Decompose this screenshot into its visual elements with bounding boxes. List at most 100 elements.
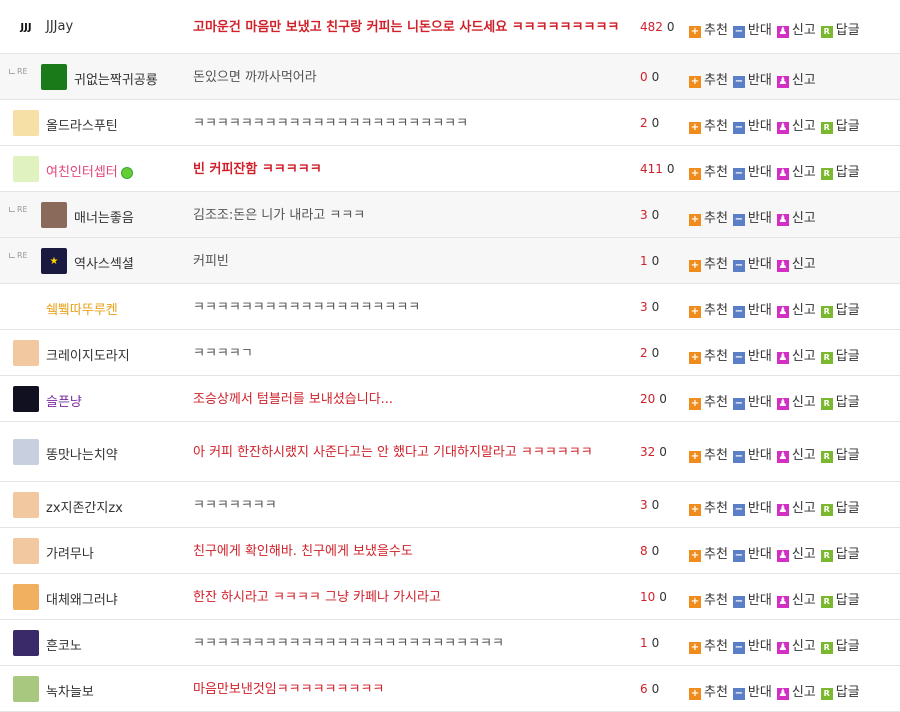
reply-button[interactable]: R 답글 [820,589,860,608]
commenter-name[interactable]: 똥맛나는치약 [46,444,118,463]
reply-button[interactable]: R 답글 [820,497,860,516]
reply-button-label: 답글 [835,23,860,38]
oppose-button[interactable]: − 반대 [732,635,772,654]
oppose-button[interactable]: − 반대 [732,497,772,516]
commenter-name[interactable]: 역사스섹셜 [74,253,134,272]
oppose-button[interactable]: − 반대 [732,253,772,272]
report-button[interactable]: ♟ 신고 [776,589,816,608]
avatar[interactable] [13,439,39,465]
reply-button[interactable]: R 답글 [820,115,860,134]
oppose-button[interactable]: − 반대 [732,19,772,38]
commenter-name[interactable]: 슬픈냥 [46,391,82,410]
reply-button[interactable]: R 답글 [820,543,860,562]
avatar[interactable]: JJJ [13,14,39,40]
avatar[interactable] [13,110,39,136]
recommend-button[interactable]: + 추천 [689,391,728,410]
report-button[interactable]: ♟ 신고 [776,345,816,364]
report-button[interactable]: ♟ 신고 [776,391,816,410]
oppose-button[interactable]: − 반대 [732,345,772,364]
commenter-name[interactable]: 귀없는짝귀공룡 [74,69,158,88]
recommend-button[interactable]: + 추천 [689,497,728,516]
report-button[interactable]: ♟ 신고 [776,69,816,88]
commenter-name[interactable]: 매너는좋음 [74,207,134,226]
comment-row: 크레이지도라지 ㅋㅋㅋㅋㄱ 2 0 + 추천 − 반대 ♟ 신고 R 답글 [0,330,900,376]
commenter-name[interactable]: 흔코노 [46,635,82,654]
commenter-name[interactable]: 대체왜그러냐 [46,589,118,608]
oppose-button[interactable]: − 반대 [732,444,772,463]
reply-button[interactable]: R 답글 [820,391,860,410]
oppose-button[interactable]: − 반대 [732,161,772,180]
avatar[interactable]: ★ [41,248,67,274]
report-button[interactable]: ♟ 신고 [776,253,816,272]
oppose-count: 0 [651,207,660,222]
reply-indent-icon: RE [9,251,28,260]
oppose-button[interactable]: − 반대 [732,543,772,562]
commenter-name[interactable]: 올드라스푸틴 [46,115,118,134]
avatar[interactable] [13,584,39,610]
avatar[interactable] [13,676,39,702]
commenter-name[interactable]: zx지존간지zx [46,497,123,516]
recommend-button[interactable]: + 추천 [689,444,728,463]
oppose-button[interactable]: − 반대 [732,69,772,88]
reply-indent-icon: RE [9,205,28,214]
recommend-button[interactable]: + 추천 [689,207,728,226]
reply-button[interactable]: R 답글 [820,345,860,364]
plus-icon: + [689,168,701,180]
recommend-button[interactable]: + 추천 [689,345,728,364]
avatar[interactable] [13,294,39,320]
commenter-name[interactable]: 여친인터셉터 [46,161,133,180]
avatar[interactable] [13,492,39,518]
commenter-name[interactable]: 녹차늘보 [46,681,94,700]
report-button[interactable]: ♟ 신고 [776,161,816,180]
report-button[interactable]: ♟ 신고 [776,543,816,562]
commenter-name[interactable]: 쉨쀀따뚜루켄 [46,299,118,318]
recommend-button[interactable]: + 추천 [689,681,728,700]
commenter-name[interactable]: 가려무나 [46,543,94,562]
report-button[interactable]: ♟ 신고 [776,497,816,516]
report-button[interactable]: ♟ 신고 [776,681,816,700]
report-button[interactable]: ♟ 신고 [776,115,816,134]
reply-button[interactable]: R 답글 [820,161,860,180]
reply-button[interactable]: R 답글 [820,444,860,463]
report-button-label: 신고 [791,395,816,410]
oppose-button[interactable]: − 반대 [732,391,772,410]
report-button[interactable]: ♟ 신고 [776,299,816,318]
report-button[interactable]: ♟ 신고 [776,19,816,38]
recommend-button[interactable]: + 추천 [689,19,728,38]
comment-actions: + 추천 − 반대 ♟ 신고 R 답글 [689,161,865,180]
oppose-button-label: 반대 [747,593,772,608]
avatar[interactable] [13,538,39,564]
oppose-button[interactable]: − 반대 [732,681,772,700]
oppose-button[interactable]: − 반대 [732,589,772,608]
recommend-button[interactable]: + 추천 [689,635,728,654]
oppose-button[interactable]: − 반대 [732,115,772,134]
recommend-button[interactable]: + 추천 [689,299,728,318]
reply-button[interactable]: R 답글 [820,19,860,38]
commenter-name-text: 크레이지도라지 [46,349,130,364]
vote-counts: 00 [640,70,659,84]
recommend-button[interactable]: + 추천 [689,161,728,180]
avatar[interactable] [41,202,67,228]
avatar[interactable] [13,156,39,182]
recommend-button[interactable]: + 추천 [689,543,728,562]
reply-button[interactable]: R 답글 [820,681,860,700]
recommend-button[interactable]: + 추천 [689,69,728,88]
oppose-button[interactable]: − 반대 [732,299,772,318]
avatar[interactable] [13,630,39,656]
report-button[interactable]: ♟ 신고 [776,635,816,654]
report-button[interactable]: ♟ 신고 [776,207,816,226]
report-button[interactable]: ♟ 신고 [776,444,816,463]
recommend-button[interactable]: + 추천 [689,589,728,608]
commenter-name[interactable]: JJJay [46,19,73,34]
avatar[interactable] [13,340,39,366]
reply-button-label: 답글 [835,395,860,410]
commenter-name[interactable]: 크레이지도라지 [46,345,130,364]
avatar[interactable] [13,386,39,412]
reply-button[interactable]: R 답글 [820,299,860,318]
recommend-button[interactable]: + 추천 [689,115,728,134]
recommend-button[interactable]: + 추천 [689,253,728,272]
reply-icon: R [820,504,833,516]
reply-button[interactable]: R 답글 [820,635,860,654]
avatar[interactable] [41,64,67,90]
oppose-button[interactable]: − 반대 [732,207,772,226]
